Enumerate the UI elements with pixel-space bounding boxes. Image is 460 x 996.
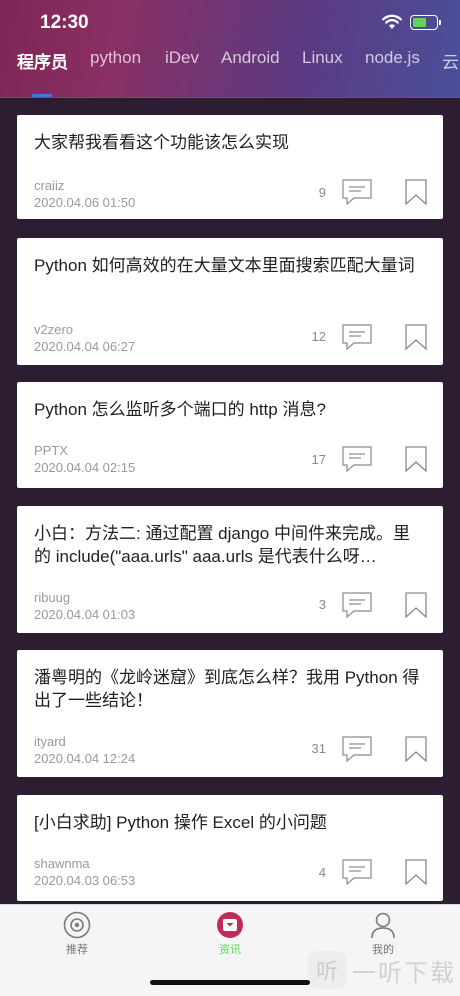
bookmark-icon[interactable]: [405, 859, 427, 885]
tab-idev[interactable]: iDev: [165, 48, 199, 68]
watermark-text: 一听下载: [352, 959, 456, 987]
record-icon: [63, 911, 91, 939]
post-title[interactable]: Python 如何高效的在大量文本里面搜索匹配大量词: [34, 254, 423, 277]
post-author: ribuug: [34, 590, 71, 605]
tab-linux[interactable]: Linux: [302, 48, 343, 68]
post-date: 2020.04.04 01:03: [34, 607, 136, 622]
post-date: 2020.04.04 12:24: [34, 751, 136, 766]
post-card[interactable]: 小白：方法二: 通过配置 django 中间件来完成。里的 include("a…: [17, 506, 443, 633]
comment-count: 17: [311, 452, 326, 467]
profile-icon: [371, 912, 395, 939]
tabbar-label: 推荐: [66, 944, 88, 956]
tabbar-item-recommend[interactable]: 推荐: [37, 911, 117, 957]
active-tab-indicator: [32, 94, 52, 97]
post-title[interactable]: 小白：方法二: 通过配置 django 中间件来完成。里的 include("a…: [34, 522, 423, 568]
category-tabs: 程序员 python iDev Android Linux node.js 云: [0, 48, 460, 78]
post-card[interactable]: 潘粤明的《龙岭迷窟》到底怎么样？我用 Python 得出了一些结论！ ityar…: [17, 650, 443, 777]
post-title[interactable]: 潘粤明的《龙岭迷窟》到底怎么样？我用 Python 得出了一些结论！: [34, 666, 423, 712]
post-author: v2zero: [34, 322, 74, 337]
post-card[interactable]: Python 如何高效的在大量文本里面搜索匹配大量词 v2zero 2020.0…: [17, 238, 443, 365]
tabbar-label: 资讯: [219, 944, 241, 956]
bookmark-icon[interactable]: [405, 736, 427, 762]
tab-android[interactable]: Android: [221, 48, 280, 68]
post-author: ityard: [34, 734, 66, 749]
comment-icon[interactable]: [342, 736, 372, 762]
post-card[interactable]: 大家帮我看看这个功能该怎么实现 craiiz 2020.04.06 01:50 …: [17, 115, 443, 219]
bookmark-icon[interactable]: [405, 324, 427, 350]
post-date: 2020.04.04 02:15: [34, 460, 136, 475]
post-title[interactable]: [小白求助] Python 操作 Excel 的小问题: [34, 811, 423, 834]
comment-count: 12: [311, 329, 326, 344]
bookmark-icon[interactable]: [405, 592, 427, 618]
bookmark-icon[interactable]: [405, 446, 427, 472]
comment-icon[interactable]: [342, 859, 372, 885]
news-icon: [217, 912, 243, 938]
comment-icon[interactable]: [342, 592, 372, 618]
bookmark-icon[interactable]: [405, 179, 427, 205]
comment-icon[interactable]: [342, 446, 372, 472]
tab-python[interactable]: python: [90, 48, 141, 68]
tab-programmer[interactable]: 程序员: [17, 48, 68, 73]
post-feed[interactable]: 大家帮我看看这个功能该怎么实现 craiiz 2020.04.06 01:50 …: [0, 98, 460, 904]
app-header: 12:30 程序员 python iDev Android Linux node…: [0, 0, 460, 98]
status-icons: [382, 14, 441, 30]
tab-cloud[interactable]: 云: [442, 48, 459, 73]
wifi-icon: [382, 14, 402, 29]
post-date: 2020.04.04 06:27: [34, 339, 136, 354]
battery-icon: [410, 14, 441, 30]
post-date: 2020.04.06 01:50: [34, 195, 136, 210]
post-card[interactable]: [小白求助] Python 操作 Excel 的小问题 shawnma 2020…: [17, 795, 443, 901]
post-author: shawnma: [34, 856, 90, 871]
watermark-logo: 听: [308, 951, 346, 989]
tab-nodejs[interactable]: node.js: [365, 48, 420, 68]
comment-icon[interactable]: [342, 324, 372, 350]
watermark: 听 一听下载: [308, 951, 456, 989]
comment-icon[interactable]: [342, 179, 372, 205]
comment-count: 9: [318, 185, 326, 200]
comment-count: 31: [311, 741, 326, 756]
tabbar-item-news[interactable]: 资讯: [190, 911, 270, 957]
post-author: craiiz: [34, 178, 65, 193]
post-title[interactable]: 大家帮我看看这个功能该怎么实现: [34, 131, 423, 154]
status-time: 12:30: [40, 12, 89, 33]
comment-count: 3: [318, 597, 326, 612]
comment-count: 4: [318, 865, 326, 880]
post-date: 2020.04.03 06:53: [34, 873, 136, 888]
post-title[interactable]: Python 怎么监听多个端口的 http 消息?: [34, 398, 423, 421]
home-indicator: [150, 980, 310, 985]
post-author: PPTX: [34, 443, 68, 458]
post-card[interactable]: Python 怎么监听多个端口的 http 消息? PPTX 2020.04.0…: [17, 382, 443, 488]
